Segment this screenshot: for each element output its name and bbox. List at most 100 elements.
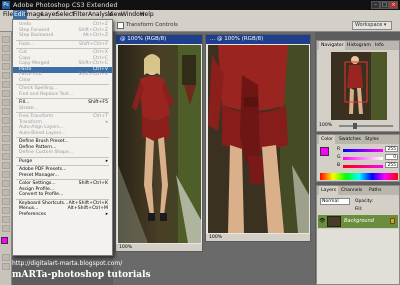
menu-item-label: Undo bbox=[19, 22, 32, 27]
menu-item-label: Cut bbox=[19, 50, 27, 55]
color-g-slider[interactable] bbox=[343, 157, 383, 160]
menu-help[interactable]: Help bbox=[140, 10, 154, 19]
eraser-tool-icon[interactable] bbox=[2, 126, 10, 133]
navigator-preview[interactable] bbox=[331, 52, 387, 120]
tab-layers[interactable]: Layers bbox=[319, 186, 339, 195]
toolbox bbox=[0, 32, 12, 285]
document-window-right[interactable]: ... @ 100% (RGB/8) 100% bbox=[205, 34, 311, 242]
notes-tool-icon[interactable] bbox=[2, 198, 10, 205]
layers-tabs: Layers Channels Paths bbox=[317, 186, 399, 195]
shape-tool-icon[interactable] bbox=[2, 189, 10, 196]
edit-menu-item-preferences[interactable]: Preferences ▸ bbox=[13, 212, 112, 219]
menu-separator bbox=[16, 39, 109, 41]
lock-icon bbox=[390, 218, 395, 224]
navigator-zoom-slider[interactable] bbox=[339, 125, 393, 127]
menu-item-label: Free Transform bbox=[19, 114, 54, 119]
runway-photo-left bbox=[118, 45, 201, 243]
tab-info[interactable]: Info bbox=[373, 41, 386, 50]
footer-title: mARTa-photoshop tutorials bbox=[12, 270, 151, 280]
brush-tool-icon[interactable] bbox=[2, 99, 10, 106]
tab-paths[interactable]: Paths bbox=[367, 186, 384, 195]
menu-item-label: Step Backward bbox=[19, 33, 54, 38]
gradient-tool-icon[interactable] bbox=[2, 135, 10, 142]
hand-tool-icon[interactable] bbox=[2, 216, 10, 223]
document-title-right[interactable]: ... @ 100% (RGB/8) bbox=[206, 35, 310, 44]
tab-channels[interactable]: Channels bbox=[339, 186, 364, 195]
foreground-color-swatch[interactable] bbox=[1, 237, 8, 244]
navigator-zoom-handle[interactable] bbox=[353, 123, 357, 129]
menu-select[interactable]: Select bbox=[56, 10, 75, 19]
navigator-panel: Navigator Histogram Info 100% bbox=[316, 40, 400, 132]
zoom-tool-icon[interactable] bbox=[2, 225, 10, 232]
blur-tool-icon[interactable] bbox=[2, 144, 10, 151]
color-r-slider[interactable] bbox=[343, 149, 383, 152]
show-controls-checkbox[interactable] bbox=[117, 22, 124, 29]
history-brush-tool-icon[interactable] bbox=[2, 117, 10, 124]
magic-wand-tool-icon[interactable] bbox=[2, 63, 10, 70]
color-g-value[interactable]: 0 bbox=[385, 154, 398, 160]
lasso-tool-icon[interactable] bbox=[2, 54, 10, 61]
path-selection-tool-icon[interactable] bbox=[2, 180, 10, 187]
color-b-label: B bbox=[337, 163, 341, 168]
tab-swatches[interactable]: Swatches bbox=[337, 135, 363, 144]
menu-item-label: Adobe PDF Presets... bbox=[19, 167, 67, 172]
runway-photo-right bbox=[208, 45, 309, 233]
color-b-slider[interactable] bbox=[343, 165, 383, 168]
menu-separator bbox=[16, 156, 109, 158]
dodge-tool-icon[interactable] bbox=[2, 153, 10, 160]
title-bar: Ps Adobe Photoshop CS3 Extended – □ × bbox=[0, 0, 400, 10]
document-status-left: 100% bbox=[116, 244, 202, 251]
menu-item-label: Purge bbox=[19, 158, 33, 164]
crop-tool-icon[interactable] bbox=[2, 72, 10, 79]
type-tool-icon[interactable] bbox=[2, 171, 10, 178]
color-b-value[interactable]: 255 bbox=[385, 162, 398, 168]
menu-item-label: Copy Merged bbox=[19, 61, 50, 66]
color-tabs: Color Swatches Styles bbox=[317, 135, 399, 144]
maximize-button[interactable]: □ bbox=[380, 1, 389, 9]
menu-item-label: Define Brush Preset... bbox=[19, 139, 69, 144]
color-r-value[interactable]: 255 bbox=[385, 146, 398, 152]
eyedropper-tool-icon[interactable] bbox=[2, 207, 10, 214]
document-window-left[interactable]: @ 100% (RGB/8) 100% bbox=[115, 34, 203, 252]
tab-styles[interactable]: Styles bbox=[363, 135, 381, 144]
workspace-dropdown[interactable]: Workspace ▾ bbox=[352, 21, 392, 30]
slice-tool-icon[interactable] bbox=[2, 81, 10, 88]
clone-stamp-tool-icon[interactable] bbox=[2, 108, 10, 115]
healing-brush-tool-icon[interactable] bbox=[2, 90, 10, 97]
navigator-zoom-value[interactable]: 100% bbox=[319, 123, 332, 128]
menu-file[interactable]: File bbox=[3, 10, 13, 19]
blend-mode-dropdown[interactable]: Normal bbox=[320, 198, 350, 205]
layer-name[interactable]: Background bbox=[344, 215, 374, 228]
menu-filter[interactable]: Filter bbox=[73, 10, 88, 19]
minimize-button[interactable]: – bbox=[371, 1, 380, 9]
window-title: Adobe Photoshop CS3 Extended bbox=[13, 1, 118, 9]
color-foreground-swatch[interactable] bbox=[320, 147, 329, 156]
close-button[interactable]: × bbox=[389, 1, 398, 9]
menu-item-label: Preset Manager... bbox=[19, 172, 59, 178]
color-r-label: R bbox=[337, 147, 341, 152]
quick-mask-icon[interactable] bbox=[2, 254, 10, 261]
menu-item-label: Stroke... bbox=[19, 105, 39, 111]
menu-separator bbox=[16, 165, 109, 166]
tab-histogram[interactable]: Histogram bbox=[345, 41, 373, 50]
menu-separator bbox=[16, 137, 109, 138]
tab-color[interactable]: Color bbox=[319, 135, 335, 144]
marquee-tool-icon[interactable] bbox=[2, 45, 10, 52]
menu-item-label: Copy bbox=[19, 55, 31, 61]
menu-separator bbox=[16, 98, 109, 99]
color-g-label: G bbox=[337, 155, 341, 160]
menu-bar: File Edit Image Layer Select Filter Anal… bbox=[0, 10, 400, 19]
screen-mode-icon[interactable] bbox=[2, 263, 10, 270]
layer-row-background[interactable]: 👁 Background bbox=[318, 215, 398, 228]
tab-navigator[interactable]: Navigator bbox=[319, 41, 346, 50]
move-tool-icon[interactable] bbox=[2, 36, 10, 43]
photoshop-logo-icon: Ps bbox=[2, 1, 10, 9]
pen-tool-icon[interactable] bbox=[2, 162, 10, 169]
color-spectrum-ramp[interactable] bbox=[320, 173, 398, 180]
menu-separator bbox=[16, 48, 109, 49]
menu-separator bbox=[16, 84, 109, 85]
eye-icon[interactable]: 👁 bbox=[319, 218, 325, 224]
menu-item-label: Paste bbox=[19, 66, 32, 72]
document-title-left[interactable]: @ 100% (RGB/8) bbox=[116, 35, 202, 44]
menu-item-label: Step Forward bbox=[19, 27, 50, 33]
